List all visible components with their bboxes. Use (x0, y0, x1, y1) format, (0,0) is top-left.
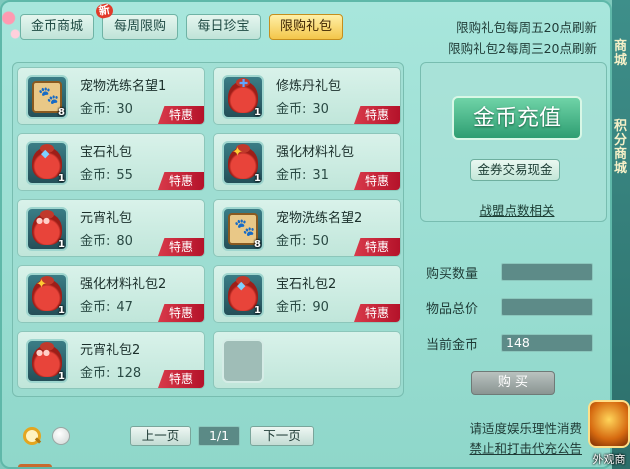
appearance-shop-icon[interactable] (588, 400, 630, 448)
item-count: 1 (58, 239, 65, 250)
buy-button[interactable]: 购 买 (471, 371, 555, 395)
item-price: 金币: 47 (80, 300, 133, 315)
sale-tag: 特惠 (354, 172, 400, 190)
gold-recharge-button[interactable]: 金币充值 (452, 96, 582, 140)
total-price-field (501, 298, 593, 316)
item-icon-frame: 1 (26, 207, 68, 251)
item-card[interactable]: 1 修炼丹礼包 金币:30 特惠 (213, 67, 401, 125)
item-card[interactable]: 8 宠物洗练名望1 金币:30 特惠 (17, 67, 205, 125)
appearance-shop-label: 外观商 (592, 453, 626, 466)
tab-daily-treasure[interactable]: 每日珍宝 (186, 14, 261, 40)
item-count: 8 (58, 107, 65, 118)
item-price: 金币: 90 (276, 300, 329, 315)
item-count: 8 (254, 239, 261, 250)
side-shop-tab[interactable]: 商城 (614, 40, 630, 68)
bottom-decoration (18, 464, 52, 467)
item-card[interactable]: 1 元宵礼包 金币:80 特惠 (17, 199, 205, 257)
item-name: 元宵礼包2 (80, 343, 141, 358)
empty-slot (222, 339, 264, 383)
sale-tag: 特惠 (158, 370, 204, 388)
item-card[interactable]: 1 强化材料礼包2 金币:47 特惠 (17, 265, 205, 323)
empty-item-card (213, 331, 401, 389)
item-count: 1 (58, 173, 65, 184)
item-price: 金币: 30 (80, 102, 133, 117)
item-count: 1 (254, 107, 261, 118)
shop-panel: 金币商城 每周限购 新 每日珍宝 限购礼包 限购礼包每周五20点刷新 限购礼包2… (0, 0, 612, 469)
item-count: 1 (254, 305, 261, 316)
item-card[interactable]: 1 元宵礼包2 金币:128 特惠 (17, 331, 205, 389)
refresh-note-2: 限购礼包2每周三20点刷新 (448, 41, 597, 56)
item-count: 1 (58, 305, 65, 316)
item-icon-frame: 1 (26, 273, 68, 317)
item-name: 宠物洗练名望2 (276, 211, 363, 226)
toggle-dot[interactable] (52, 427, 70, 445)
sale-tag: 特惠 (354, 304, 400, 322)
item-name: 元宵礼包 (80, 211, 133, 226)
item-icon-frame: 1 (26, 141, 68, 185)
item-card[interactable]: 1 宝石礼包 金币:55 特惠 (17, 133, 205, 191)
item-name: 强化材料礼包2 (80, 277, 167, 292)
item-price: 金币: 30 (276, 102, 329, 117)
item-icon-frame: 1 (222, 75, 264, 119)
tab-limited-pack[interactable]: 限购礼包 (269, 14, 343, 40)
item-card[interactable]: 8 宠物洗练名望2 金币:50 特惠 (213, 199, 401, 257)
coupon-exchange-button[interactable]: 金券交易现金 (470, 159, 560, 181)
magnifier-icon[interactable] (22, 426, 42, 446)
item-count: 1 (254, 173, 261, 184)
recharge-box (420, 62, 607, 222)
item-icon-frame: 1 (222, 141, 264, 185)
current-gold-field: 148 (501, 334, 593, 352)
prev-page-button[interactable]: 上一页 (130, 426, 191, 446)
item-grid: 8 宠物洗练名望1 金币:30 特惠 1 修炼丹礼包 金币:30 特惠 1 宝石… (12, 62, 404, 397)
item-name: 修炼丹礼包 (276, 79, 342, 94)
page-indicator: 1/1 (198, 426, 240, 446)
item-count: 1 (58, 371, 65, 382)
current-gold-label: 当前金币 (426, 338, 479, 353)
sale-tag: 特惠 (158, 106, 204, 124)
alliance-points-link[interactable]: 战盟点数相关 (474, 200, 560, 219)
item-name: 宠物洗练名望1 (80, 79, 167, 94)
item-card[interactable]: 1 宝石礼包2 金币:90 特惠 (213, 265, 401, 323)
sale-tag: 特惠 (354, 238, 400, 256)
quantity-input[interactable] (501, 263, 593, 281)
item-price: 金币: 128 (80, 366, 142, 381)
next-page-button[interactable]: 下一页 (250, 426, 314, 446)
side-points-shop-tab[interactable]: 积分商城 (614, 120, 630, 176)
item-icon-frame: 8 (26, 75, 68, 119)
anti-proxy-notice-link[interactable]: 禁止和打击代充公告 (432, 438, 582, 457)
item-card[interactable]: 1 强化材料礼包 金币:31 特惠 (213, 133, 401, 191)
sale-tag: 特惠 (354, 106, 400, 124)
item-price: 金币: 50 (276, 234, 329, 249)
refresh-note-1: 限购礼包每周五20点刷新 (456, 20, 597, 35)
item-icon-frame: 1 (222, 273, 264, 317)
item-price: 金币: 55 (80, 168, 133, 183)
sale-tag: 特惠 (158, 238, 204, 256)
side-strip (612, 0, 630, 469)
item-price: 金币: 31 (276, 168, 329, 183)
item-name: 宝石礼包 (80, 145, 133, 160)
item-price: 金币: 80 (80, 234, 133, 249)
item-name: 强化材料礼包 (276, 145, 355, 160)
rational-spending-note: 请适度娱乐理性消费 (469, 421, 582, 436)
sale-tag: 特惠 (158, 172, 204, 190)
sale-tag: 特惠 (158, 304, 204, 322)
tab-gold-shop[interactable]: 金币商城 (20, 14, 94, 40)
item-icon-frame: 8 (222, 207, 264, 251)
tab-weekly-limited[interactable]: 每周限购 (102, 14, 178, 40)
item-icon-frame: 1 (26, 339, 68, 383)
total-price-label: 物品总价 (426, 302, 479, 317)
quantity-label: 购买数量 (426, 267, 479, 282)
item-name: 宝石礼包2 (276, 277, 337, 292)
